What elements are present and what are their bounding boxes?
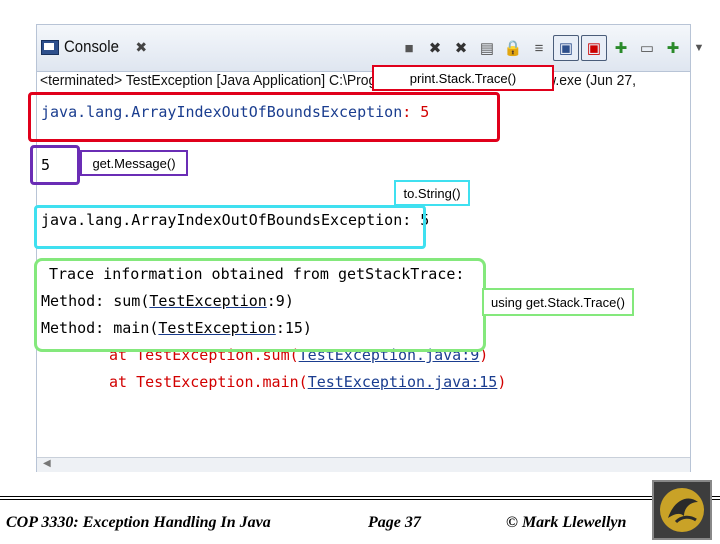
get-stack-trace-label: using get.Stack.Trace() xyxy=(482,288,634,316)
footer-course: COP 3330: Exception Handling In Java xyxy=(6,514,271,531)
source-link[interactable]: TestException.java:15 xyxy=(308,373,498,391)
horizontal-scrollbar[interactable]: ◀ xyxy=(37,457,690,472)
get-message-highlight xyxy=(30,145,80,185)
stack-frame-prefix: at TestException.main( xyxy=(109,373,308,391)
console-tab-label: Console xyxy=(64,37,119,56)
display-console-icon[interactable]: ▭ xyxy=(635,36,659,60)
remove-launch-icon[interactable]: ✖ xyxy=(423,36,447,60)
ucf-pegasus-logo xyxy=(652,480,712,540)
terminate-icon[interactable]: ■ xyxy=(397,36,421,60)
get-message-label: get.Message() xyxy=(80,150,188,176)
to-string-highlight xyxy=(34,205,426,249)
footer-page: Page 37 xyxy=(368,514,421,531)
scroll-lock-icon[interactable]: 🔒 xyxy=(501,36,525,60)
slide-footer: COP 3330: Exception Handling In Java Pag… xyxy=(0,496,720,544)
console-tab-bar: Console ✖ ■ ✖ ✖ ▤ 🔒 ≡ ▣ ▣ ✚ ▭ ✚ ▼ xyxy=(37,25,704,72)
stack-frame-suffix: ) xyxy=(497,373,507,391)
scroll-left-icon[interactable]: ◀ xyxy=(43,458,51,469)
open-console-icon[interactable]: ✚ xyxy=(661,36,685,60)
pin-console-icon[interactable]: ✚ xyxy=(609,36,633,60)
footer-author: © Mark Llewellyn xyxy=(506,514,627,531)
console-toolbar: ■ ✖ ✖ ▤ 🔒 ≡ ▣ ▣ ✚ ▭ ✚ ▼ xyxy=(397,35,711,61)
get-stack-trace-highlight xyxy=(34,258,486,352)
print-stack-trace-highlight xyxy=(28,92,500,142)
to-string-label: to.String() xyxy=(394,180,470,206)
remove-all-terminated-icon[interactable]: ✖ xyxy=(449,36,473,60)
output-line-at2: at TestException.main(TestException.java… xyxy=(109,373,506,391)
pegasus-logo-icon xyxy=(660,488,704,532)
print-stack-trace-label: print.Stack.Trace() xyxy=(372,65,554,91)
console-tab[interactable]: Console ✖ xyxy=(37,31,161,63)
console-icon xyxy=(41,39,59,55)
clear-console-icon[interactable]: ▤ xyxy=(475,36,499,60)
slide: Console ✖ ■ ✖ ✖ ▤ 🔒 ≡ ▣ ▣ ✚ ▭ ✚ ▼ <termi… xyxy=(0,0,720,540)
view-menu-icon[interactable]: ▼ xyxy=(687,36,711,60)
close-icon[interactable]: ✖ xyxy=(135,39,147,56)
show-console-stderr-icon[interactable]: ▣ xyxy=(581,35,607,61)
word-wrap-icon[interactable]: ≡ xyxy=(527,36,551,60)
show-console-stdout-icon[interactable]: ▣ xyxy=(553,35,579,61)
